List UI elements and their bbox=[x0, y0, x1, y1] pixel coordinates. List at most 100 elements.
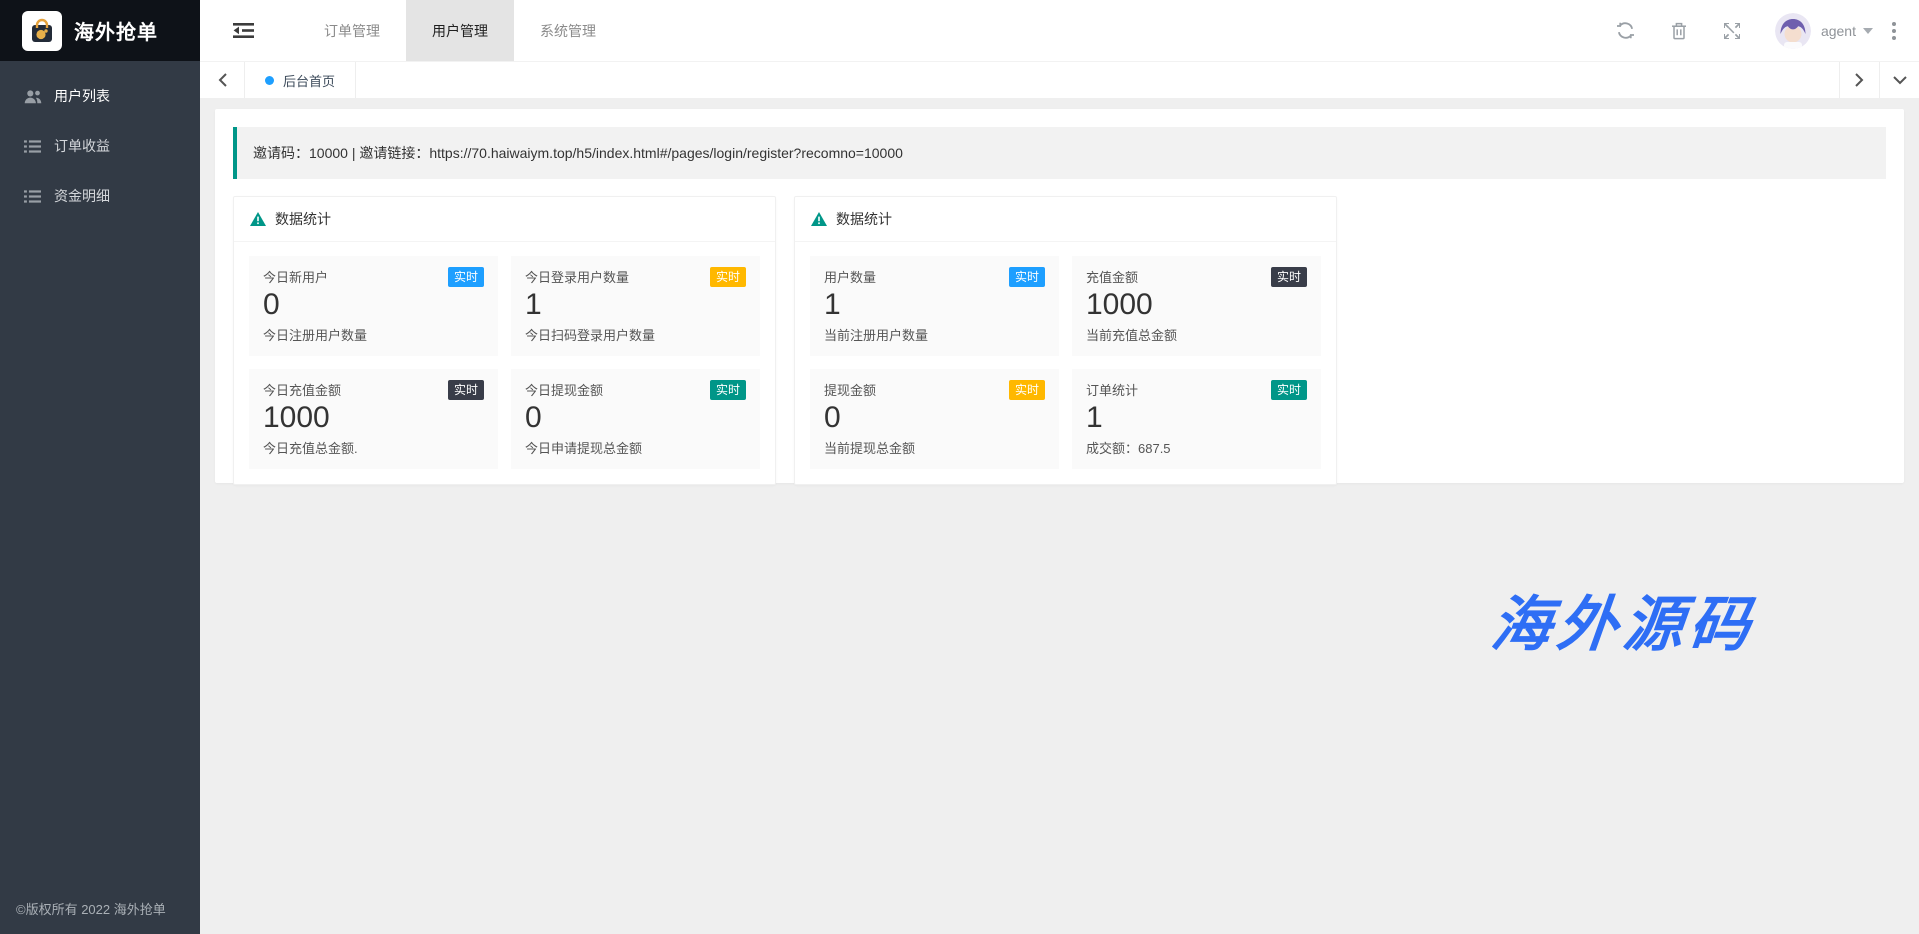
refresh-icon[interactable] bbox=[1616, 22, 1636, 39]
panel-header: 数据统计 bbox=[795, 197, 1336, 242]
stat-card-recharge-total: 充值金额 实时 1000 当前充值总金额 bbox=[1072, 256, 1321, 356]
stat-sublabel: 当前充值总金额 bbox=[1086, 325, 1307, 344]
app-title: 海外抢单 bbox=[74, 16, 158, 45]
stat-sublabel: 当前提现总金额 bbox=[824, 438, 1045, 457]
stat-sublabel: 当前注册用户数量 bbox=[824, 325, 1045, 344]
stat-card-withdraw-total: 提现金额 实时 0 当前提现总金额 bbox=[810, 369, 1059, 469]
copyright: ©版权所有 2022 海外抢单 bbox=[16, 899, 166, 918]
invite-banner: 邀请码：10000 | 邀请链接：https://70.haiwaiym.top… bbox=[233, 127, 1886, 179]
stat-card-new-users-today: 今日新用户 实时 0 今日注册用户数量 bbox=[249, 256, 498, 356]
sidebar-item-order-income[interactable]: 订单收益 bbox=[0, 121, 200, 171]
sidebar-item-label: 资金明细 bbox=[54, 186, 110, 206]
active-tab-dot bbox=[265, 76, 274, 85]
top-nav-tabs: 订单管理 用户管理 系统管理 bbox=[298, 0, 622, 61]
fullscreen-icon[interactable] bbox=[1722, 23, 1742, 39]
panel-header: 数据统计 bbox=[234, 197, 775, 242]
warning-icon bbox=[811, 212, 827, 226]
trash-icon[interactable] bbox=[1669, 22, 1689, 40]
warning-icon bbox=[250, 212, 266, 226]
stat-label: 充值金额 bbox=[1086, 267, 1138, 286]
realtime-badge: 实时 bbox=[448, 267, 484, 287]
realtime-badge: 实时 bbox=[710, 267, 746, 287]
tab-strip-controls bbox=[1839, 62, 1919, 98]
sidebar: 海外抢单 用户列表 bbox=[0, 0, 200, 934]
content-area: 邀请码：10000 | 邀请链接：https://70.haiwaiym.top… bbox=[200, 98, 1919, 934]
stats-panel-today: 数据统计 今日新用户 实时 0 今日注册用户数量 bbox=[233, 196, 776, 485]
realtime-badge: 实时 bbox=[1271, 380, 1307, 400]
sidebar-item-label: 用户列表 bbox=[54, 86, 110, 106]
chevron-right-icon bbox=[1855, 73, 1864, 87]
app-logo[interactable]: 海外抢单 bbox=[0, 0, 200, 61]
invite-text: 邀请码：10000 | 邀请链接：https://70.haiwaiym.top… bbox=[253, 145, 903, 161]
top-tab-order-management[interactable]: 订单管理 bbox=[298, 0, 406, 61]
page-tab-label: 后台首页 bbox=[283, 71, 335, 90]
stat-label: 订单统计 bbox=[1086, 380, 1138, 399]
panel-title: 数据统计 bbox=[836, 209, 892, 229]
stat-card-order-stats: 订单统计 实时 1 成交额：687.5 bbox=[1072, 369, 1321, 469]
tabs-scroll-left-button[interactable] bbox=[200, 62, 245, 98]
stats-panel-total: 数据统计 用户数量 实时 1 当前注册用户数量 bbox=[794, 196, 1337, 485]
sidebar-menu: 用户列表 订单收益 bbox=[0, 61, 200, 221]
stat-value: 0 bbox=[263, 288, 484, 322]
collapse-menu-icon bbox=[233, 22, 254, 39]
stats-panels: 数据统计 今日新用户 实时 0 今日注册用户数量 bbox=[233, 196, 1886, 485]
dashboard-card: 邀请码：10000 | 邀请链接：https://70.haiwaiym.top… bbox=[215, 109, 1904, 483]
stat-sublabel: 成交额：687.5 bbox=[1086, 438, 1307, 457]
list-icon bbox=[24, 189, 42, 204]
user-menu[interactable]: agent bbox=[1775, 13, 1873, 49]
stat-card-user-count: 用户数量 实时 1 当前注册用户数量 bbox=[810, 256, 1059, 356]
stat-label: 今日新用户 bbox=[263, 267, 328, 286]
stat-value: 0 bbox=[824, 401, 1045, 435]
page-tab-strip: 后台首页 bbox=[200, 61, 1919, 98]
sidebar-item-fund-details[interactable]: 资金明细 bbox=[0, 171, 200, 221]
top-tab-user-management[interactable]: 用户管理 bbox=[406, 0, 514, 61]
chevron-down-icon bbox=[1863, 28, 1873, 34]
realtime-badge: 实时 bbox=[1009, 267, 1045, 287]
sidebar-item-label: 订单收益 bbox=[54, 136, 110, 156]
realtime-badge: 实时 bbox=[710, 380, 746, 400]
stat-card-recharge-today: 今日充值金额 实时 1000 今日充值总金额. bbox=[249, 369, 498, 469]
stat-label: 今日登录用户数量 bbox=[525, 267, 629, 286]
watermark: 海外源码 bbox=[1487, 576, 1760, 663]
list-icon bbox=[24, 139, 42, 154]
stat-value: 1000 bbox=[1086, 288, 1307, 322]
stat-value: 1000 bbox=[263, 401, 484, 435]
top-bar-right: agent bbox=[1616, 0, 1919, 61]
user-name: agent bbox=[1821, 23, 1856, 39]
stat-sublabel: 今日扫码登录用户数量 bbox=[525, 325, 746, 344]
app-root: 海外抢单 用户列表 bbox=[0, 0, 1919, 934]
tabs-menu-button[interactable] bbox=[1879, 62, 1919, 98]
sidebar-collapse-button[interactable] bbox=[200, 0, 286, 61]
stat-label: 用户数量 bbox=[824, 267, 876, 286]
realtime-badge: 实时 bbox=[448, 380, 484, 400]
main-area: 订单管理 用户管理 系统管理 bbox=[200, 0, 1919, 934]
chevron-left-icon bbox=[218, 73, 227, 87]
stat-label: 今日提现金额 bbox=[525, 380, 603, 399]
stat-label: 提现金额 bbox=[824, 380, 876, 399]
stat-value: 0 bbox=[525, 401, 746, 435]
kebab-menu-icon[interactable] bbox=[1883, 18, 1905, 44]
avatar bbox=[1775, 13, 1811, 49]
chevron-down-icon bbox=[1893, 76, 1907, 85]
stat-cards: 用户数量 实时 1 当前注册用户数量 充值金额 实时 bbox=[795, 242, 1336, 484]
stat-value: 1 bbox=[824, 288, 1045, 322]
page-tab-home[interactable]: 后台首页 bbox=[245, 62, 356, 98]
realtime-badge: 实时 bbox=[1271, 267, 1307, 287]
sidebar-item-user-list[interactable]: 用户列表 bbox=[0, 71, 200, 121]
stat-label: 今日充值金额 bbox=[263, 380, 341, 399]
stat-sublabel: 今日充值总金额. bbox=[263, 438, 484, 457]
users-icon bbox=[24, 89, 42, 104]
stat-card-withdraw-today: 今日提现金额 实时 0 今日申请提现总金额 bbox=[511, 369, 760, 469]
stat-sublabel: 今日申请提现总金额 bbox=[525, 438, 746, 457]
stat-cards: 今日新用户 实时 0 今日注册用户数量 今日登录用户数量 实时 bbox=[234, 242, 775, 484]
top-tab-system-management[interactable]: 系统管理 bbox=[514, 0, 622, 61]
tabs-scroll-right-button[interactable] bbox=[1839, 62, 1879, 98]
shopping-bag-icon bbox=[22, 11, 62, 51]
stat-value: 1 bbox=[1086, 401, 1307, 435]
realtime-badge: 实时 bbox=[1009, 380, 1045, 400]
stat-card-logins-today: 今日登录用户数量 实时 1 今日扫码登录用户数量 bbox=[511, 256, 760, 356]
top-bar: 订单管理 用户管理 系统管理 bbox=[200, 0, 1919, 61]
stat-sublabel: 今日注册用户数量 bbox=[263, 325, 484, 344]
panel-title: 数据统计 bbox=[275, 209, 331, 229]
stat-value: 1 bbox=[525, 288, 746, 322]
